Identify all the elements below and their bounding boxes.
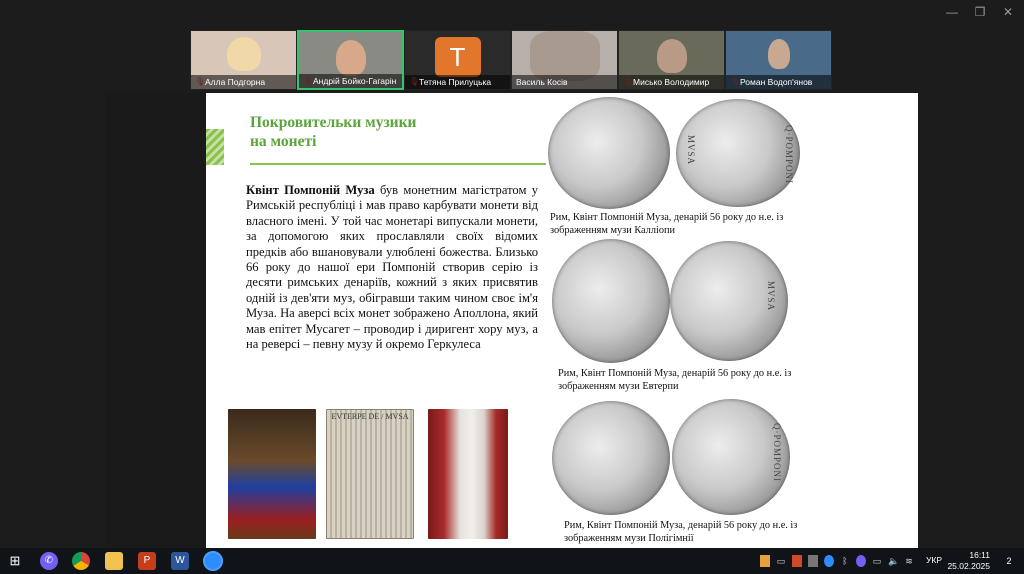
tray-display-icon[interactable]: ▭ <box>776 555 786 567</box>
coin-legend: Q·POMPONI <box>772 423 782 483</box>
slide-title-line: на монеті <box>250 133 317 150</box>
presentation-slide: Покровительки музики на монеті Квінт Пом… <box>206 93 918 549</box>
wifi-icon[interactable]: ≋ <box>904 555 914 567</box>
slide-body-text: Квінт Помпоній Муза був монетним магістр… <box>246 183 538 352</box>
viber-icon[interactable]: ✆ <box>40 552 58 570</box>
file-explorer-icon[interactable] <box>105 552 123 570</box>
participant-strip: 🎙 Алла Подгорна 🎙 Андрій Бойко-Гагарін Т… <box>190 30 834 90</box>
engraving-caption: EVTERPE DE / MVSA <box>331 412 409 421</box>
body-text-rest: був монетним магістратом у Римській респ… <box>246 183 538 352</box>
restore-button[interactable]: ❐ <box>968 4 992 20</box>
body-bold-name: Квінт Помпоній Муза <box>246 183 375 197</box>
participant-avatar: Т <box>434 37 481 77</box>
participant-video <box>529 31 600 81</box>
zoom-icon[interactable] <box>203 551 223 571</box>
coin-caption: Рим, Квінт Помпоній Муза, денарій 56 рок… <box>564 520 798 544</box>
coin-obverse-calliope <box>548 97 670 209</box>
participant-tile[interactable]: 🎙 Алла Подгорна <box>190 30 297 90</box>
coin-caption: Рим, Квінт Помпоній Муза, денарій 56 рок… <box>558 368 792 392</box>
bluetooth-icon[interactable]: ᛒ <box>840 555 850 567</box>
participant-video <box>226 37 261 71</box>
statue-image <box>428 409 508 539</box>
coin-legend: MVSA <box>686 135 696 166</box>
tray-app-icon[interactable] <box>792 555 802 567</box>
system-clock[interactable]: 16:11 25.02.2025 <box>944 550 990 572</box>
title-divider <box>250 163 546 165</box>
language-indicator[interactable]: УКР <box>926 555 942 565</box>
tray-app-icon[interactable] <box>760 555 770 567</box>
coin-legend: MVSA <box>766 281 776 312</box>
participant-name: Алла Подгорна <box>191 75 296 89</box>
chrome-icon[interactable] <box>72 552 90 570</box>
decorative-stripe <box>206 129 224 165</box>
engraving-image: EVTERPE DE / MVSA <box>326 409 414 539</box>
screen: — ❐ ✕ 🎙 Алла Подгорна 🎙 Андрій Бойко-Гаг… <box>0 0 1024 574</box>
painting-image <box>228 409 316 539</box>
clock-time: 16:11 <box>969 550 990 560</box>
windows-start-icon[interactable]: ⊞ <box>6 552 24 570</box>
tray-viber-icon[interactable] <box>856 555 866 567</box>
participant-name: Василь Косів <box>512 75 617 89</box>
word-icon[interactable]: W <box>171 552 189 570</box>
participant-video <box>767 39 790 69</box>
participant-name: Андрій Бойко-Гагарін <box>299 74 402 88</box>
participant-name: Тетяна Прилуцька <box>405 75 510 89</box>
powerpoint-icon[interactable]: P <box>138 552 156 570</box>
coin-reverse-polyhymnia: Q·POMPONI <box>672 399 790 515</box>
slide-title-line: Покровительки музики <box>250 114 417 131</box>
close-button[interactable]: ✕ <box>996 4 1020 20</box>
volume-icon[interactable]: 🔈 <box>888 555 899 567</box>
participant-video <box>335 40 366 76</box>
notification-icon[interactable]: 2 <box>1000 555 1018 567</box>
slide-title: Покровительки музики на монеті <box>250 113 510 151</box>
participant-tile[interactable]: Т 🎙 Тетяна Прилуцька <box>404 30 511 90</box>
clock-date: 25.02.2025 <box>947 561 990 571</box>
tray-app-icon[interactable] <box>808 555 818 567</box>
participant-tile[interactable]: 🎙 Мисько Володимир <box>618 30 725 90</box>
battery-icon[interactable]: ▭ <box>872 555 882 567</box>
screen-share: Покровительки музики на монеті Квінт Пом… <box>106 93 918 549</box>
coin-legend: Q·POMPONI <box>784 125 794 185</box>
coin-obverse-euterpe <box>552 239 670 363</box>
participant-video <box>656 39 687 73</box>
coin-reverse-calliope: Q·POMPONI MVSA <box>676 99 800 207</box>
coin-caption: Рим, Квінт Помпоній Муза, денарій 56 рок… <box>550 212 784 236</box>
tray-zoom-icon[interactable] <box>824 555 834 567</box>
coin-obverse-polyhymnia <box>552 401 670 515</box>
participant-name: Мисько Володимир <box>619 75 724 89</box>
taskbar: ⊞ ✆ P W ▭ ᛒ ▭ 🔈 ≋ УКР 16:11 25.02.2025 2 <box>0 548 1024 574</box>
participant-name: Роман Водоп'янов <box>726 75 831 89</box>
coin-reverse-euterpe: MVSA <box>670 241 788 361</box>
participant-tile-active[interactable]: 🎙 Андрій Бойко-Гагарін <box>297 30 404 90</box>
participant-tile[interactable]: 🎙 Роман Водоп'янов <box>725 30 832 90</box>
minimize-button[interactable]: — <box>940 4 964 20</box>
participant-tile[interactable]: Василь Косів <box>511 30 618 90</box>
